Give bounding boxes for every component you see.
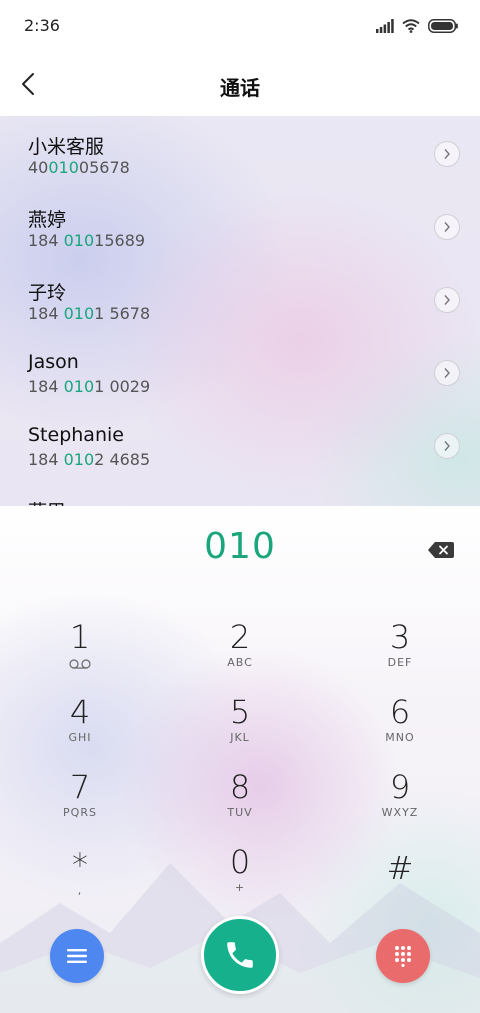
- key-digit: 7: [69, 768, 91, 806]
- contact-detail-button[interactable]: [434, 214, 460, 240]
- key-7[interactable]: 7 PQRS: [20, 768, 140, 838]
- call-button[interactable]: [201, 916, 279, 994]
- contact-number: 4001005678: [28, 158, 130, 177]
- key-digit: 0: [229, 843, 251, 881]
- status-time: 2:36: [24, 16, 60, 35]
- contact-name: Stephanie: [28, 424, 124, 446]
- key-2[interactable]: 2 ABC: [180, 618, 300, 688]
- contact-row[interactable]: 小米客服 4001005678: [0, 116, 480, 189]
- key-6[interactable]: 6 MNO: [340, 693, 460, 763]
- status-bar: 2:36: [0, 0, 480, 52]
- backspace-icon: [428, 542, 454, 558]
- key-digit: 5: [229, 693, 251, 731]
- contact-row[interactable]: Stephanie 184 0102 4685: [0, 408, 480, 481]
- contact-number: 184 0101 5678: [28, 304, 151, 323]
- key-digit: 3: [389, 618, 411, 656]
- menu-icon: [67, 949, 87, 963]
- key-digit: 4: [69, 693, 91, 731]
- page-title: 通话: [220, 76, 260, 100]
- key-letters: JKL: [230, 731, 250, 744]
- delete-button[interactable]: [428, 542, 454, 558]
- contact-row[interactable]: 燕婷 184 01015689: [0, 189, 480, 262]
- key-letters: WXYZ: [381, 806, 419, 819]
- entered-number: 010: [204, 526, 276, 567]
- key-1[interactable]: 1: [20, 618, 140, 688]
- dialpad-icon: [395, 946, 411, 967]
- chevron-right-icon: [444, 368, 450, 378]
- key-sub-symbol: ,: [77, 884, 83, 897]
- contact-list: 小米客服 4001005678 燕婷 184 01015689 子玲 184 0…: [0, 116, 480, 506]
- key-hash[interactable]: #: [340, 849, 460, 919]
- header: 通话: [0, 52, 480, 116]
- key-8[interactable]: 8 TUV: [180, 768, 300, 838]
- key-5[interactable]: 5 JKL: [180, 693, 300, 763]
- contact-detail-button[interactable]: [434, 287, 460, 313]
- key-digit: 8: [229, 768, 251, 806]
- chevron-right-icon: [444, 295, 450, 305]
- wifi-icon: [402, 19, 420, 33]
- key-letters: DEF: [387, 656, 413, 669]
- chevron-right-icon: [444, 149, 450, 159]
- signal-icon: [376, 19, 394, 33]
- dialer-panel: 010 1 2 ABC 3 DEF 4 GHI 5 JKL 6 MNO 7 PQ…: [0, 506, 480, 1013]
- key-star[interactable]: * ,: [20, 846, 140, 916]
- menu-button[interactable]: [50, 929, 104, 983]
- contact-detail-button[interactable]: [434, 433, 460, 459]
- key-digit: 1: [69, 618, 91, 656]
- key-letters: TUV: [227, 806, 253, 819]
- battery-icon: [428, 19, 458, 33]
- contact-row[interactable]: Jason 184 0101 0029: [0, 335, 480, 408]
- contact-number: 184 01015689: [28, 231, 146, 250]
- contact-detail-button[interactable]: [434, 141, 460, 167]
- contact-name-partial: 燕巴: [28, 497, 66, 506]
- dialpad-toggle-button[interactable]: [376, 929, 430, 983]
- key-letters: ABC: [227, 656, 253, 669]
- contact-name: 小米客服: [28, 136, 105, 158]
- key-digit: 6: [389, 693, 411, 731]
- key-3[interactable]: 3 DEF: [340, 618, 460, 688]
- key-0[interactable]: 0 +: [180, 843, 300, 913]
- contact-detail-button[interactable]: [434, 360, 460, 386]
- contact-name: 子玲: [28, 282, 67, 304]
- chevron-right-icon: [444, 441, 450, 451]
- key-letters: MNO: [385, 731, 415, 744]
- contact-number: 184 0101 0029: [28, 377, 151, 396]
- key-digit: *: [72, 846, 88, 884]
- contact-number: 184 0102 4685: [28, 450, 151, 469]
- chevron-right-icon: [444, 222, 450, 232]
- phone-icon: [227, 942, 253, 968]
- contact-name: 燕婷: [28, 209, 67, 231]
- key-digit: 2: [229, 618, 251, 656]
- key-letters: GHI: [68, 731, 92, 744]
- key-sub-symbol: +: [234, 881, 246, 894]
- key-9[interactable]: 9 WXYZ: [340, 768, 460, 838]
- key-letters: PQRS: [63, 806, 97, 819]
- contact-name: Jason: [28, 351, 79, 373]
- key-digit: 9: [389, 768, 411, 806]
- key-digit: #: [386, 849, 414, 887]
- dialer-app: 2:36 通话 小米客服 4001005678 燕婷 184 01015689 …: [0, 0, 480, 1013]
- key-4[interactable]: 4 GHI: [20, 693, 140, 763]
- status-icons: [376, 17, 458, 35]
- voicemail-icon: [69, 659, 91, 669]
- contact-row[interactable]: 子玲 184 0101 5678: [0, 262, 480, 335]
